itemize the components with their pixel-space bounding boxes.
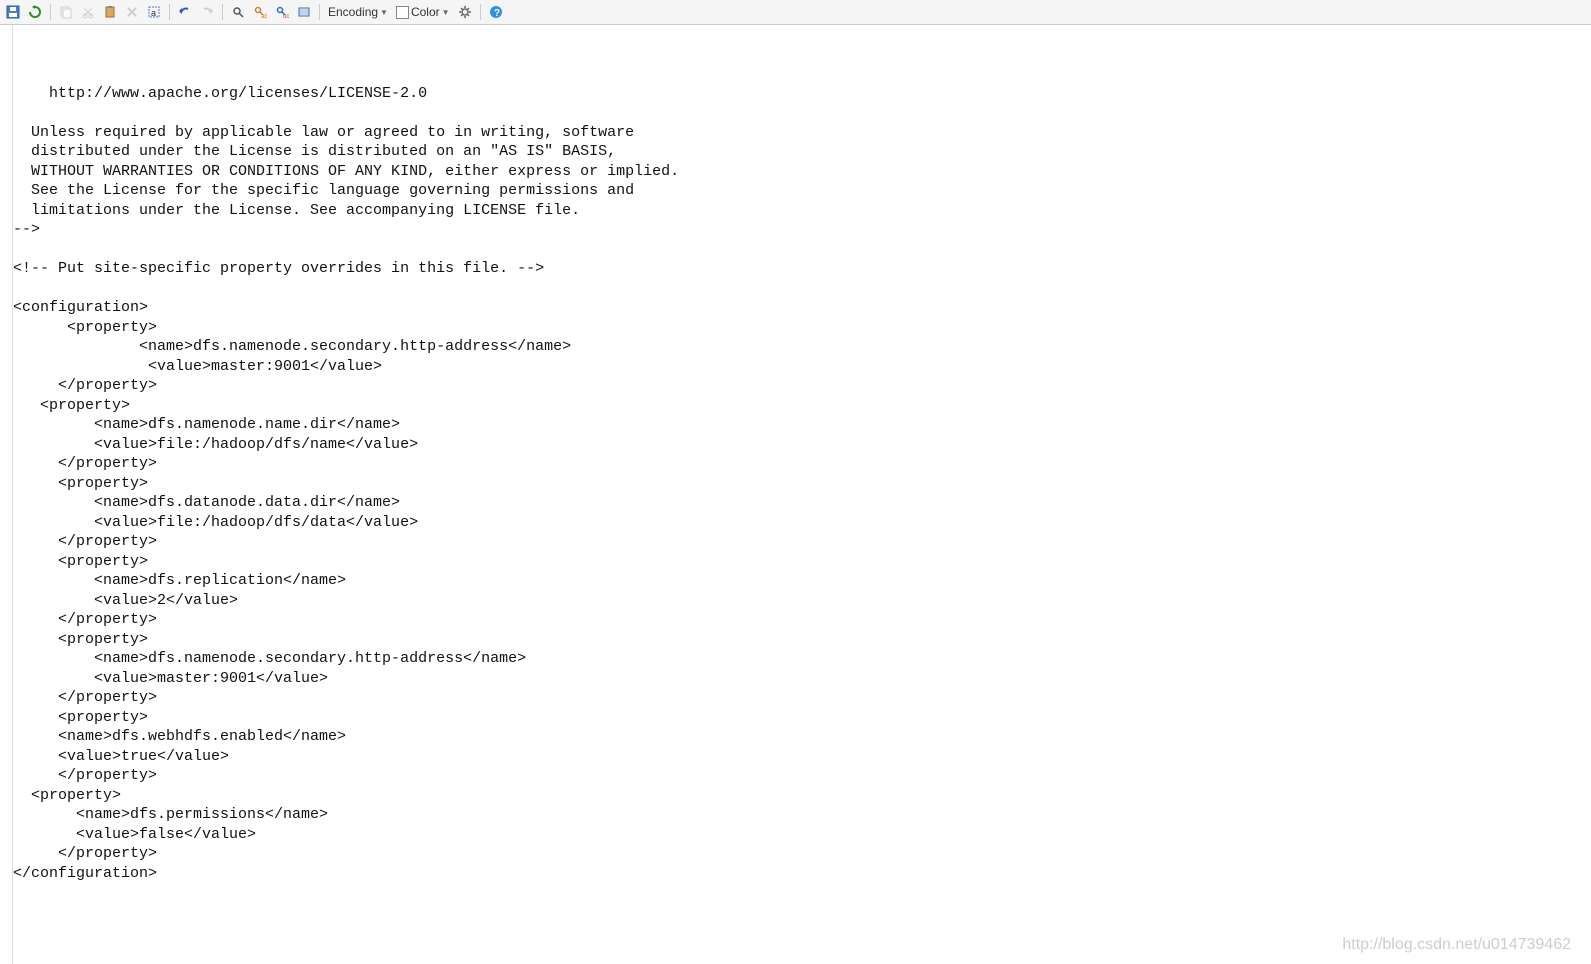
code-line[interactable] bbox=[13, 240, 1591, 260]
code-line[interactable]: <property> bbox=[13, 786, 1591, 806]
code-line[interactable]: distributed under the License is distrib… bbox=[13, 142, 1591, 162]
code-line[interactable]: <property> bbox=[13, 552, 1591, 572]
svg-text:uc: uc bbox=[283, 14, 289, 19]
code-line[interactable]: http://www.apache.org/licenses/LICENSE-2… bbox=[13, 84, 1591, 104]
code-line[interactable] bbox=[13, 279, 1591, 299]
code-line[interactable]: <configuration> bbox=[13, 298, 1591, 318]
code-line[interactable]: Unless required by applicable law or agr… bbox=[13, 123, 1591, 143]
editor-area: http://www.apache.org/licenses/LICENSE-2… bbox=[0, 25, 1591, 964]
gear-icon[interactable] bbox=[456, 3, 474, 21]
code-line[interactable]: limitations under the License. See accom… bbox=[13, 201, 1591, 221]
code-line[interactable]: WITHOUT WARRANTIES OR CONDITIONS OF ANY … bbox=[13, 162, 1591, 182]
svg-text:ab: ab bbox=[261, 14, 267, 19]
color-checkbox[interactable] bbox=[396, 6, 409, 19]
code-line[interactable]: <value>file:/hadoop/dfs/name</value> bbox=[13, 435, 1591, 455]
gutter bbox=[0, 25, 13, 964]
code-line[interactable]: <name>dfs.namenode.name.dir</name> bbox=[13, 415, 1591, 435]
code-line[interactable]: <name>dfs.permissions</name> bbox=[13, 805, 1591, 825]
svg-text:a: a bbox=[151, 8, 156, 18]
color-label: Color bbox=[411, 5, 440, 19]
encoding-label: Encoding bbox=[328, 5, 378, 19]
refresh-icon[interactable] bbox=[26, 3, 44, 21]
chevron-down-icon: ▼ bbox=[380, 8, 388, 17]
code-editor[interactable]: http://www.apache.org/licenses/LICENSE-2… bbox=[13, 25, 1591, 964]
undo-icon[interactable] bbox=[176, 3, 194, 21]
code-line[interactable]: </property> bbox=[13, 532, 1591, 552]
code-line[interactable]: <name>dfs.datanode.data.dir</name> bbox=[13, 493, 1591, 513]
code-line[interactable]: <property> bbox=[13, 708, 1591, 728]
select-all-icon[interactable]: a bbox=[145, 3, 163, 21]
code-line[interactable]: </property> bbox=[13, 376, 1591, 396]
code-line[interactable]: </property> bbox=[13, 766, 1591, 786]
encoding-dropdown[interactable]: Encoding ▼ bbox=[326, 5, 390, 19]
svg-text:?: ? bbox=[494, 8, 500, 19]
code-line[interactable]: </property> bbox=[13, 454, 1591, 474]
cut-icon[interactable] bbox=[79, 3, 97, 21]
color-dropdown[interactable]: Color ▼ bbox=[394, 5, 452, 19]
save-icon[interactable] bbox=[4, 3, 22, 21]
code-line[interactable]: <property> bbox=[13, 630, 1591, 650]
code-line[interactable]: --> bbox=[13, 220, 1591, 240]
copy-icon[interactable] bbox=[57, 3, 75, 21]
code-line[interactable]: <name>dfs.namenode.secondary.http-addres… bbox=[13, 649, 1591, 669]
paste-icon[interactable] bbox=[101, 3, 119, 21]
code-line[interactable]: </property> bbox=[13, 844, 1591, 864]
code-line[interactable]: <value>false</value> bbox=[13, 825, 1591, 845]
code-line[interactable]: <value>true</value> bbox=[13, 747, 1591, 767]
code-line[interactable]: See the License for the specific languag… bbox=[13, 181, 1591, 201]
toolbar-separator bbox=[50, 4, 51, 20]
toolbar-separator bbox=[222, 4, 223, 20]
watermark: http://blog.csdn.net/u014739462 bbox=[1342, 935, 1571, 955]
code-line[interactable]: <property> bbox=[13, 474, 1591, 494]
find-next-icon[interactable]: uc bbox=[273, 3, 291, 21]
code-line[interactable] bbox=[13, 103, 1591, 123]
code-line[interactable]: <value>master:9001</value> bbox=[13, 669, 1591, 689]
code-line[interactable]: <property> bbox=[13, 396, 1591, 416]
code-line[interactable]: <value>master:9001</value> bbox=[13, 357, 1591, 377]
code-line[interactable] bbox=[13, 64, 1591, 84]
find-icon[interactable] bbox=[229, 3, 247, 21]
code-line[interactable]: <name>dfs.replication</name> bbox=[13, 571, 1591, 591]
code-line[interactable]: <property> bbox=[13, 318, 1591, 338]
chevron-down-icon: ▼ bbox=[442, 8, 450, 17]
code-line[interactable]: <!-- Put site-specific property override… bbox=[13, 259, 1591, 279]
code-line[interactable]: <name>dfs.namenode.secondary.http-addres… bbox=[13, 337, 1591, 357]
find-replace-icon[interactable]: ab bbox=[251, 3, 269, 21]
toolbar-separator bbox=[169, 4, 170, 20]
code-line[interactable]: <name>dfs.webhdfs.enabled</name> bbox=[13, 727, 1591, 747]
toolbar: a ab uc Encoding ▼ Color ▼ ? bbox=[0, 0, 1591, 25]
code-line[interactable]: </property> bbox=[13, 688, 1591, 708]
redo-icon[interactable] bbox=[198, 3, 216, 21]
code-line[interactable]: <value>file:/hadoop/dfs/data</value> bbox=[13, 513, 1591, 533]
code-line[interactable]: </configuration> bbox=[13, 864, 1591, 884]
help-icon[interactable]: ? bbox=[487, 3, 505, 21]
goto-icon[interactable] bbox=[295, 3, 313, 21]
code-line[interactable]: <value>2</value> bbox=[13, 591, 1591, 611]
delete-icon[interactable] bbox=[123, 3, 141, 21]
toolbar-separator bbox=[480, 4, 481, 20]
code-line[interactable]: </property> bbox=[13, 610, 1591, 630]
toolbar-separator bbox=[319, 4, 320, 20]
